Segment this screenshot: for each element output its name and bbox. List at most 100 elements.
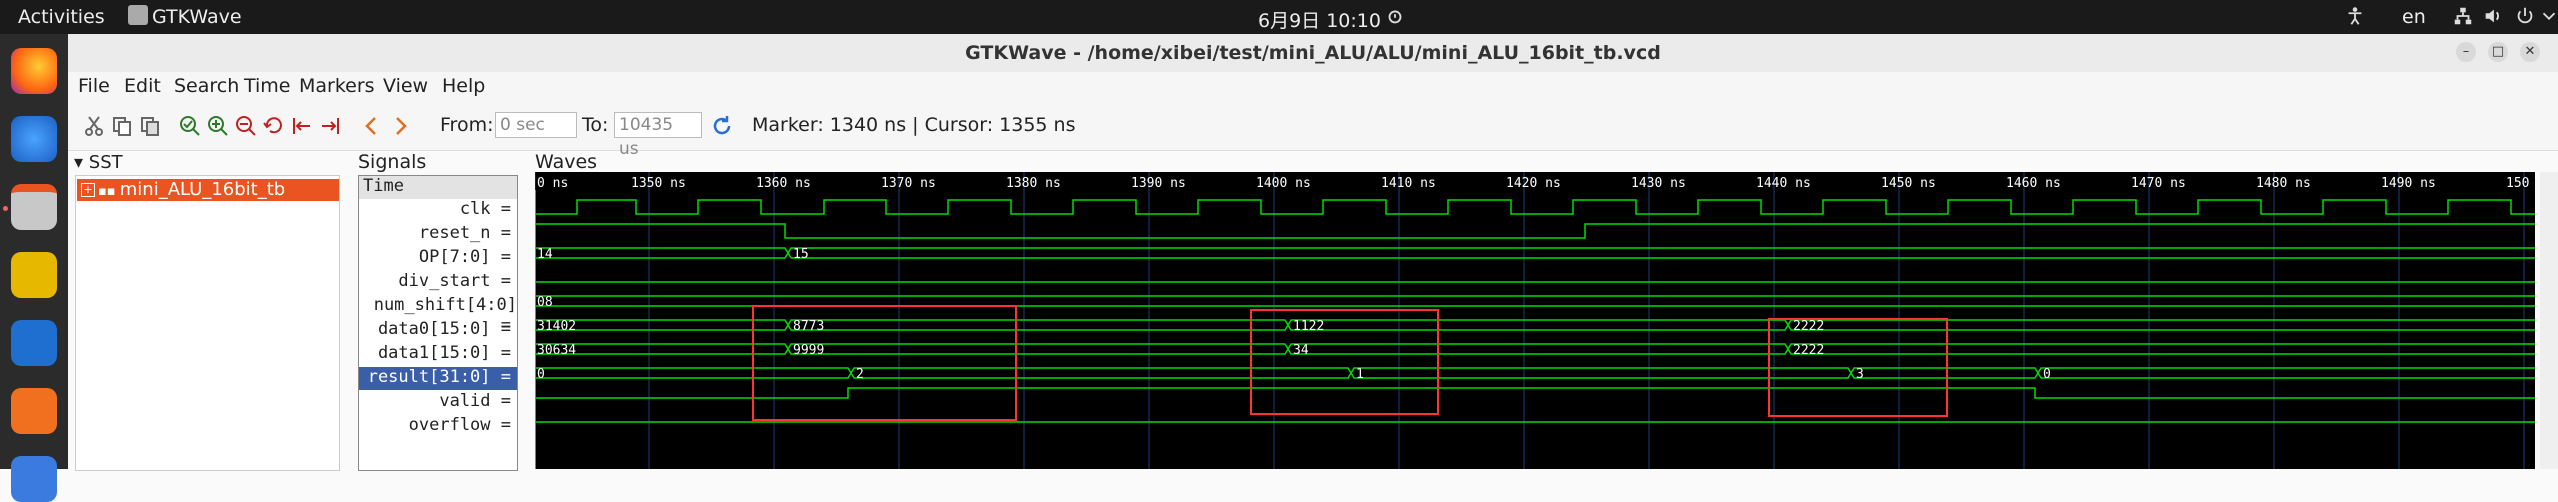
- zoom-fit-icon[interactable]: [178, 114, 202, 138]
- data1-value: 2222: [1793, 343, 1824, 358]
- copy-icon[interactable]: [110, 114, 134, 138]
- result-value: 2: [856, 367, 864, 382]
- expand-plus-icon[interactable]: +: [81, 183, 95, 197]
- op-value: 14: [537, 247, 553, 262]
- highlight-box: [1250, 309, 1439, 415]
- signal-row-reset-n[interactable]: reset_n =: [359, 223, 517, 246]
- zoom-in-icon[interactable]: [206, 114, 230, 138]
- activities-button[interactable]: Activities: [18, 6, 105, 28]
- sst-item-mini-alu[interactable]: + ▪▪ mini_ALU_16bit_tb: [77, 179, 339, 201]
- menu-edit[interactable]: Edit: [124, 75, 161, 97]
- tick-label: 1370 ns: [881, 176, 936, 191]
- result-value: 0: [537, 367, 545, 382]
- power-icon[interactable]: [2514, 4, 2536, 28]
- expander-down-icon[interactable]: ▾: [74, 152, 89, 173]
- menu-help[interactable]: Help: [442, 75, 485, 97]
- to-input[interactable]: 10435 us: [614, 112, 702, 159]
- paste-icon[interactable]: [138, 114, 162, 138]
- tick-label: 1360 ns: [756, 176, 811, 191]
- app-center-icon[interactable]: [11, 388, 57, 434]
- num-shift-value: 08: [537, 295, 553, 310]
- zoom-to-start-icon[interactable]: [290, 114, 314, 138]
- result-value: 3: [1856, 367, 1864, 382]
- menu-search[interactable]: Search: [174, 75, 239, 97]
- zoom-out-icon[interactable]: [234, 114, 258, 138]
- result-bus: [535, 367, 2535, 379]
- data1-value: 9999: [793, 343, 824, 358]
- menu-markers[interactable]: Markers: [299, 75, 375, 97]
- app-menu-button[interactable]: GTKWave: [152, 6, 242, 28]
- menu-view[interactable]: View: [383, 75, 428, 97]
- reset-n-waveform: [535, 223, 2535, 239]
- chevron-right-icon[interactable]: [388, 114, 412, 138]
- network-icon[interactable]: [2452, 4, 2474, 28]
- signal-row-data1[interactable]: data1[15:0] =: [359, 343, 517, 366]
- alarm-icon: [1388, 10, 1402, 24]
- result-value: 0: [2043, 367, 2051, 382]
- tick-label: 1480 ns: [2256, 176, 2311, 191]
- keyboard-layout[interactable]: en: [2402, 6, 2426, 28]
- tick-label: 1430 ns: [1631, 176, 1686, 191]
- tree-icon: ▪▪: [98, 184, 120, 199]
- time-ruler: 0 ns 1350 ns 1360 ns 1370 ns 1380 ns 139…: [537, 176, 2529, 191]
- signal-row-div-start[interactable]: div_start =: [359, 271, 517, 294]
- signals-list: Time clk = reset_n = OP[7:0] = div_start…: [358, 175, 518, 471]
- tick-label: 1470 ns: [2131, 176, 2186, 191]
- zoom-to-end-icon[interactable]: [318, 114, 342, 138]
- menu-file[interactable]: File: [78, 75, 110, 97]
- files-icon[interactable]: [11, 184, 57, 230]
- writer-icon[interactable]: [11, 320, 57, 366]
- tick-label: 1400 ns: [1256, 176, 1311, 191]
- signal-row-valid[interactable]: valid =: [359, 391, 517, 414]
- system-top-bar: Activities GTKWave 6月9日 10:10 en: [0, 0, 2558, 34]
- firefox-icon[interactable]: [11, 48, 57, 94]
- signal-row-clk[interactable]: clk =: [359, 199, 517, 222]
- minimize-button[interactable]: –: [2456, 42, 2476, 62]
- tick-label: 1490 ns: [2381, 176, 2436, 191]
- undo-zoom-icon[interactable]: [262, 114, 286, 138]
- chevron-left-icon[interactable]: [360, 114, 384, 138]
- gtkwave-app-icon: [128, 5, 148, 25]
- close-button[interactable]: ✕: [2520, 42, 2540, 62]
- volume-icon[interactable]: [2482, 4, 2504, 28]
- tick-label: 1390 ns: [1131, 176, 1186, 191]
- from-input[interactable]: 0 sec: [495, 112, 577, 138]
- tick-label: 1380 ns: [1006, 176, 1061, 191]
- signal-row-data0[interactable]: data0[15:0] =: [359, 319, 517, 342]
- signal-row-result[interactable]: result[31:0] =: [359, 367, 517, 390]
- menu-time[interactable]: Time: [244, 75, 291, 97]
- data0-value: 2222: [1793, 319, 1824, 334]
- clock[interactable]: 6月9日 10:10: [1258, 6, 1381, 33]
- reload-icon[interactable]: [710, 114, 734, 138]
- signal-row-num-shift[interactable]: num_shift[4:0] =: [359, 295, 517, 335]
- accessibility-icon[interactable]: [2344, 4, 2366, 28]
- data1-bus: [535, 343, 2535, 355]
- tick-label: 150: [2506, 176, 2529, 191]
- rhythmbox-icon[interactable]: [11, 252, 57, 298]
- vertical-scrollbar[interactable]: [2540, 172, 2558, 469]
- tick-label: 1410 ns: [1381, 176, 1436, 191]
- signal-row-time[interactable]: Time: [359, 176, 517, 199]
- sst-tree: + ▪▪ mini_ALU_16bit_tb: [75, 175, 340, 471]
- dock: [0, 34, 68, 502]
- menu-down-icon[interactable]: [2538, 4, 2558, 28]
- tick-label: 1350 ns: [631, 176, 686, 191]
- data1-value: 30634: [537, 343, 576, 358]
- op-bus: [535, 247, 2535, 259]
- sst-header[interactable]: ▾ SST: [74, 152, 123, 173]
- help-icon[interactable]: [11, 456, 57, 502]
- data0-value: 8773: [793, 319, 824, 334]
- menu-bar: File Edit Search Time Markers View Help: [68, 72, 2558, 102]
- maximize-button[interactable]: □: [2488, 42, 2508, 62]
- tick-label: 0 ns: [537, 176, 568, 191]
- cut-icon[interactable]: [82, 114, 106, 138]
- window-title-bar[interactable]: GTKWave - /home/xibei/test/mini_ALU/ALU/…: [68, 34, 2558, 73]
- op-value: 15: [793, 247, 809, 262]
- num-shift-bus: [535, 295, 2535, 307]
- signal-row-overflow[interactable]: overflow =: [359, 415, 517, 438]
- wave-display[interactable]: 0 ns 1350 ns 1360 ns 1370 ns 1380 ns 139…: [534, 172, 2535, 469]
- toolbar: From: 0 sec To: 10435 us Marker: 1340 ns…: [68, 102, 2558, 159]
- tick-label: 1420 ns: [1506, 176, 1561, 191]
- thunderbird-icon[interactable]: [11, 116, 57, 162]
- signal-row-op[interactable]: OP[7:0] =: [359, 247, 517, 270]
